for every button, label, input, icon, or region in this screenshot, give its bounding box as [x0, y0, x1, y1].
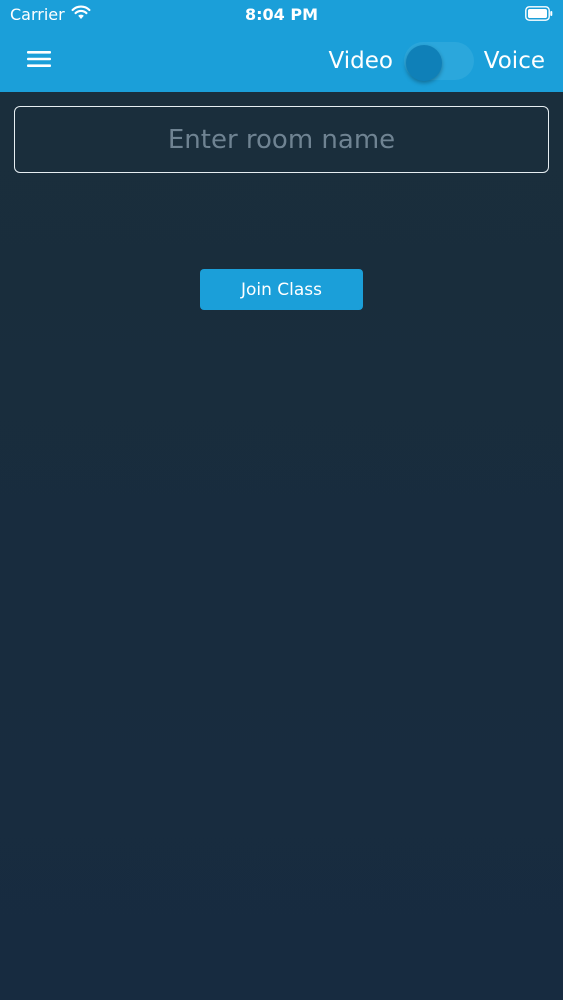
nav-bar: Video Voice	[0, 36, 563, 86]
voice-mode-label: Voice	[483, 48, 545, 74]
status-time: 8:04 PM	[244, 5, 318, 24]
app-header: Carrier 8:04 PM Video Voice	[0, 0, 563, 92]
menu-button[interactable]	[22, 46, 56, 76]
toggle-knob[interactable]	[406, 45, 442, 81]
video-mode-label: Video	[328, 48, 393, 74]
room-name-input[interactable]	[14, 106, 549, 173]
hamburger-menu-icon	[27, 50, 51, 72]
video-voice-toggle[interactable]	[404, 42, 474, 81]
battery-icon	[525, 6, 553, 21]
status-bar: Carrier 8:04 PM	[0, 0, 563, 30]
join-class-button[interactable]: Join Class	[200, 269, 363, 310]
